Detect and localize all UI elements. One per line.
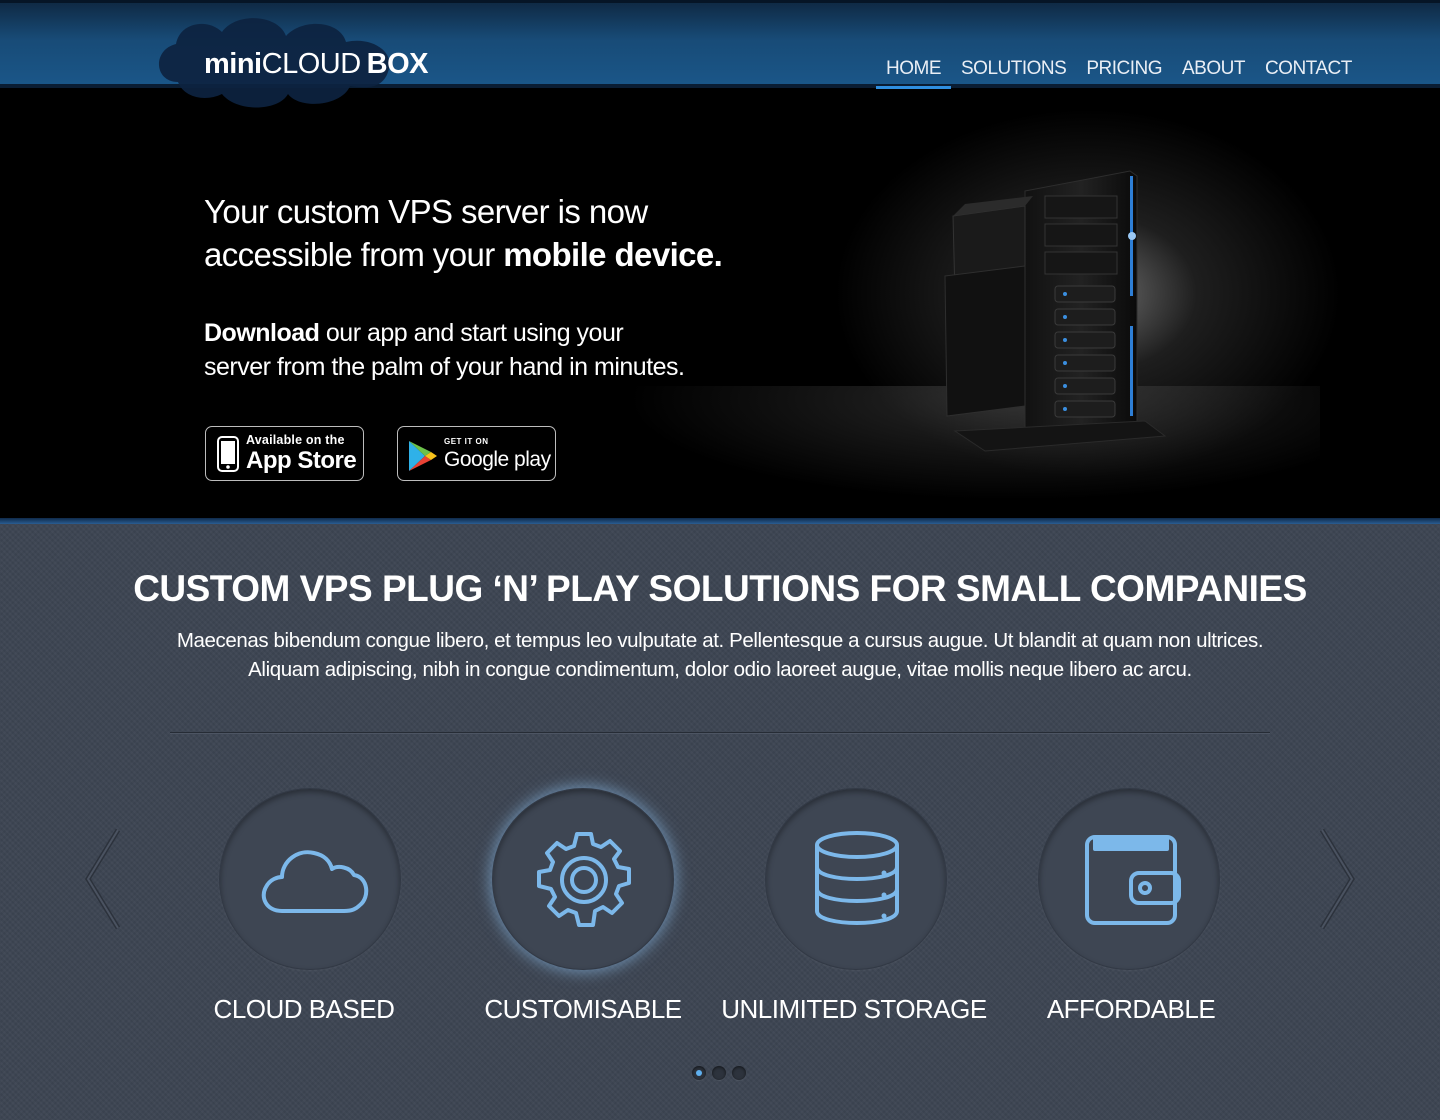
feature-unlimited-storage-circle[interactable] <box>765 788 947 970</box>
feature-cloud-based-circle[interactable] <box>219 788 401 970</box>
main-nav: HOME SOLUTIONS PRICING ABOUT CONTACT <box>876 58 1362 89</box>
hero-headline: Your custom VPS server is now accessible… <box>204 190 804 276</box>
feature-affordable-label: AFFORDABLE <box>1046 994 1216 1024</box>
logo-part-mini: mini <box>204 48 262 80</box>
feature-customisable-circle[interactable] <box>492 788 674 970</box>
google-play-button[interactable]: GET IT ON Google play <box>397 426 556 481</box>
hero-subtext-emphasis: Download <box>204 319 320 347</box>
features-section <box>0 524 1440 1120</box>
hero-headline-emphasis: mobile device. <box>503 236 723 273</box>
feature-affordable-circle[interactable] <box>1038 788 1220 970</box>
carousel-pagination <box>692 1066 746 1080</box>
cloud-icon <box>261 850 369 913</box>
hero-bottom-border <box>0 518 1440 524</box>
app-store-small-text: Available on the <box>246 433 345 448</box>
hero-headline-line1: Your custom VPS server is now <box>204 193 648 230</box>
features-title: CUSTOM VPS PLUG ‘N’ PLAY SOLUTIONS FOR S… <box>0 568 1440 610</box>
features-description-line2: Aliquam adipiscing, nibh in congue condi… <box>248 658 1192 681</box>
app-store-big-text: App Store <box>246 446 357 474</box>
nav-item-contact[interactable]: CONTACT <box>1255 58 1362 83</box>
logo-part-cloud: CLOUD <box>261 48 362 80</box>
gear-icon <box>537 832 631 927</box>
features-title-part1: CUSTOM VPS <box>133 568 382 609</box>
features-description-line1: Maecenas bibendum congue libero, et temp… <box>176 629 1264 652</box>
google-play-small-text: GET IT ON <box>444 436 489 446</box>
google-play-big-text: Google play <box>444 447 551 471</box>
carousel-dot-3[interactable] <box>732 1066 746 1080</box>
hero-subtext-line1: our app and start using your <box>319 319 624 347</box>
nav-item-about[interactable]: ABOUT <box>1172 58 1255 83</box>
carousel-next-arrow[interactable] <box>1318 828 1358 930</box>
database-icon <box>815 831 899 925</box>
google-play-icon <box>409 441 437 471</box>
wallet-icon <box>1085 835 1181 925</box>
feature-unlimited-storage-label: UNLIMITED STORAGE <box>721 994 987 1024</box>
hero-subtext-line2: server from the palm of your hand in min… <box>204 353 685 381</box>
phone-icon <box>217 436 239 472</box>
section-divider <box>170 732 1270 734</box>
feature-customisable-label: CUSTOMISABLE <box>484 994 682 1024</box>
feature-cloud-based-label: CLOUD BASED <box>213 994 395 1024</box>
nav-item-solutions[interactable]: SOLUTIONS <box>951 58 1076 83</box>
hero-headline-line2: accessible from your <box>204 236 504 273</box>
features-title-emphasis: PLUG ‘N’ PLAY <box>381 568 639 609</box>
nav-item-home[interactable]: HOME <box>876 58 951 89</box>
features-title-part2: SOLUTIONS FOR SMALL COMPANIES <box>638 568 1307 609</box>
hero-subtext: Download our app and start using your se… <box>204 316 724 384</box>
nav-item-pricing[interactable]: PRICING <box>1076 58 1172 83</box>
server-tower-image <box>944 170 1167 452</box>
carousel-dot-2[interactable] <box>712 1066 726 1080</box>
site-logo[interactable]: miniCLOUD BOX <box>204 48 428 81</box>
logo-part-box: BOX <box>366 48 429 80</box>
features-description: Maecenas bibendum congue libero, et temp… <box>170 626 1270 684</box>
carousel-dot-1[interactable] <box>692 1066 706 1080</box>
carousel-prev-arrow[interactable] <box>82 828 122 930</box>
app-store-button[interactable]: Available on the App Store <box>205 426 364 481</box>
